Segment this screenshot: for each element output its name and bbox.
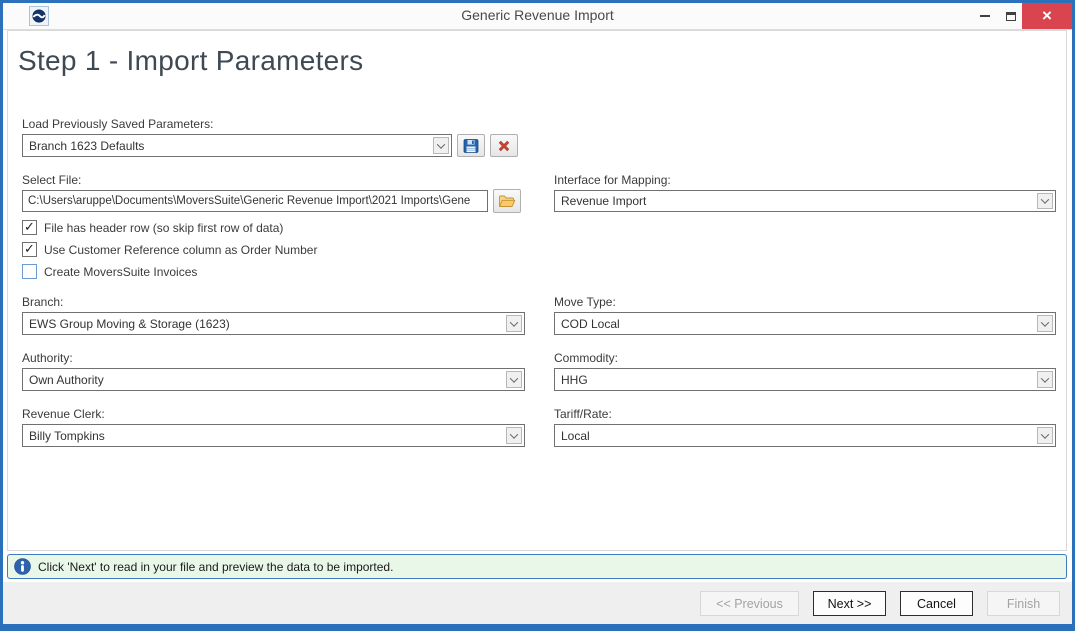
save-icon <box>463 138 479 154</box>
delete-x-icon <box>496 138 512 154</box>
cancel-button[interactable]: Cancel <box>900 591 973 616</box>
app-logo-icon <box>32 9 46 23</box>
branch-label: Branch: <box>22 295 63 309</box>
branch-value: EWS Group Moving & Storage (1623) <box>29 313 502 334</box>
footer-buttons: << Previous Next >> Cancel Finish <box>700 591 1060 616</box>
chevron-down-icon[interactable] <box>506 427 522 444</box>
tariff-rate-value: Local <box>561 425 1033 446</box>
move-type-label: Move Type: <box>554 295 616 309</box>
save-parameters-button[interactable] <box>457 134 485 157</box>
revenue-clerk-label: Revenue Clerk: <box>22 407 105 421</box>
window-title: Generic Revenue Import <box>3 7 1072 23</box>
folder-open-icon <box>498 194 516 209</box>
chevron-down-icon[interactable] <box>506 315 522 332</box>
select-file-label: Select File: <box>22 173 81 187</box>
interface-mapping-combobox[interactable]: Revenue Import <box>554 190 1056 212</box>
close-button[interactable]: × <box>1022 3 1072 29</box>
authority-value: Own Authority <box>29 369 502 390</box>
status-message: Click 'Next' to read in your file and pr… <box>38 560 393 574</box>
commodity-value: HHG <box>561 369 1033 390</box>
chevron-down-icon[interactable] <box>433 137 449 154</box>
revenue-clerk-value: Billy Tompkins <box>29 425 502 446</box>
create-invoices-checkbox[interactable] <box>22 264 37 279</box>
move-type-combobox[interactable]: COD Local <box>554 312 1056 335</box>
page-title: Step 1 - Import Parameters <box>18 45 363 77</box>
move-type-value: COD Local <box>561 313 1033 334</box>
minimize-icon <box>980 15 990 17</box>
chevron-down-icon[interactable] <box>506 371 522 388</box>
checkbox-row-create-invoices[interactable]: Create MoversSuite Invoices <box>22 264 197 279</box>
create-invoices-checkbox-label[interactable]: Create MoversSuite Invoices <box>44 265 197 279</box>
checkbox-row-customer-ref[interactable]: Use Customer Reference column as Order N… <box>22 242 317 257</box>
content-panel: Step 1 - Import Parameters Load Previous… <box>7 30 1067 551</box>
checkbox-row-header[interactable]: File has header row (so skip first row o… <box>22 220 283 235</box>
header-row-checkbox[interactable] <box>22 220 37 235</box>
tariff-rate-label: Tariff/Rate: <box>554 407 612 421</box>
tariff-rate-combobox[interactable]: Local <box>554 424 1056 447</box>
saved-params-value: Branch 1623 Defaults <box>29 135 429 156</box>
authority-label: Authority: <box>22 351 73 365</box>
dialog-window: Generic Revenue Import × Step 1 - Import… <box>0 0 1075 631</box>
commodity-combobox[interactable]: HHG <box>554 368 1056 391</box>
browse-file-button[interactable] <box>493 189 521 213</box>
commodity-label: Commodity: <box>554 351 618 365</box>
title-bar[interactable]: Generic Revenue Import × <box>3 3 1072 30</box>
chevron-down-icon[interactable] <box>1037 193 1053 209</box>
interface-mapping-value: Revenue Import <box>561 191 1033 211</box>
revenue-clerk-combobox[interactable]: Billy Tompkins <box>22 424 525 447</box>
interface-mapping-label: Interface for Mapping: <box>554 173 671 187</box>
saved-params-label: Load Previously Saved Parameters: <box>22 117 213 131</box>
chevron-down-icon[interactable] <box>1037 371 1053 388</box>
footer-bar: << Previous Next >> Cancel Finish <box>3 582 1072 624</box>
maximize-icon <box>1006 12 1016 21</box>
file-path-input[interactable]: C:\Users\aruppe\Documents\MoversSuite\Ge… <box>22 190 488 212</box>
customer-ref-checkbox[interactable] <box>22 242 37 257</box>
authority-combobox[interactable]: Own Authority <box>22 368 525 391</box>
maximize-button[interactable] <box>999 3 1023 29</box>
chevron-down-icon[interactable] <box>1037 427 1053 444</box>
close-icon: × <box>1042 6 1052 26</box>
file-path-value: C:\Users\aruppe\Documents\MoversSuite\Ge… <box>28 191 485 211</box>
minimize-button[interactable] <box>973 3 997 29</box>
delete-parameters-button[interactable] <box>490 134 518 157</box>
finish-button[interactable]: Finish <box>987 591 1060 616</box>
next-button[interactable]: Next >> <box>813 591 886 616</box>
customer-ref-checkbox-label[interactable]: Use Customer Reference column as Order N… <box>44 243 317 257</box>
status-bar: Click 'Next' to read in your file and pr… <box>7 554 1067 579</box>
saved-params-combobox[interactable]: Branch 1623 Defaults <box>22 134 452 157</box>
app-icon <box>29 6 49 26</box>
header-row-checkbox-label[interactable]: File has header row (so skip first row o… <box>44 221 283 235</box>
previous-button[interactable]: << Previous <box>700 591 799 616</box>
window-inner: Generic Revenue Import × Step 1 - Import… <box>3 3 1072 624</box>
chevron-down-icon[interactable] <box>1037 315 1053 332</box>
info-icon <box>14 558 31 575</box>
branch-combobox[interactable]: EWS Group Moving & Storage (1623) <box>22 312 525 335</box>
